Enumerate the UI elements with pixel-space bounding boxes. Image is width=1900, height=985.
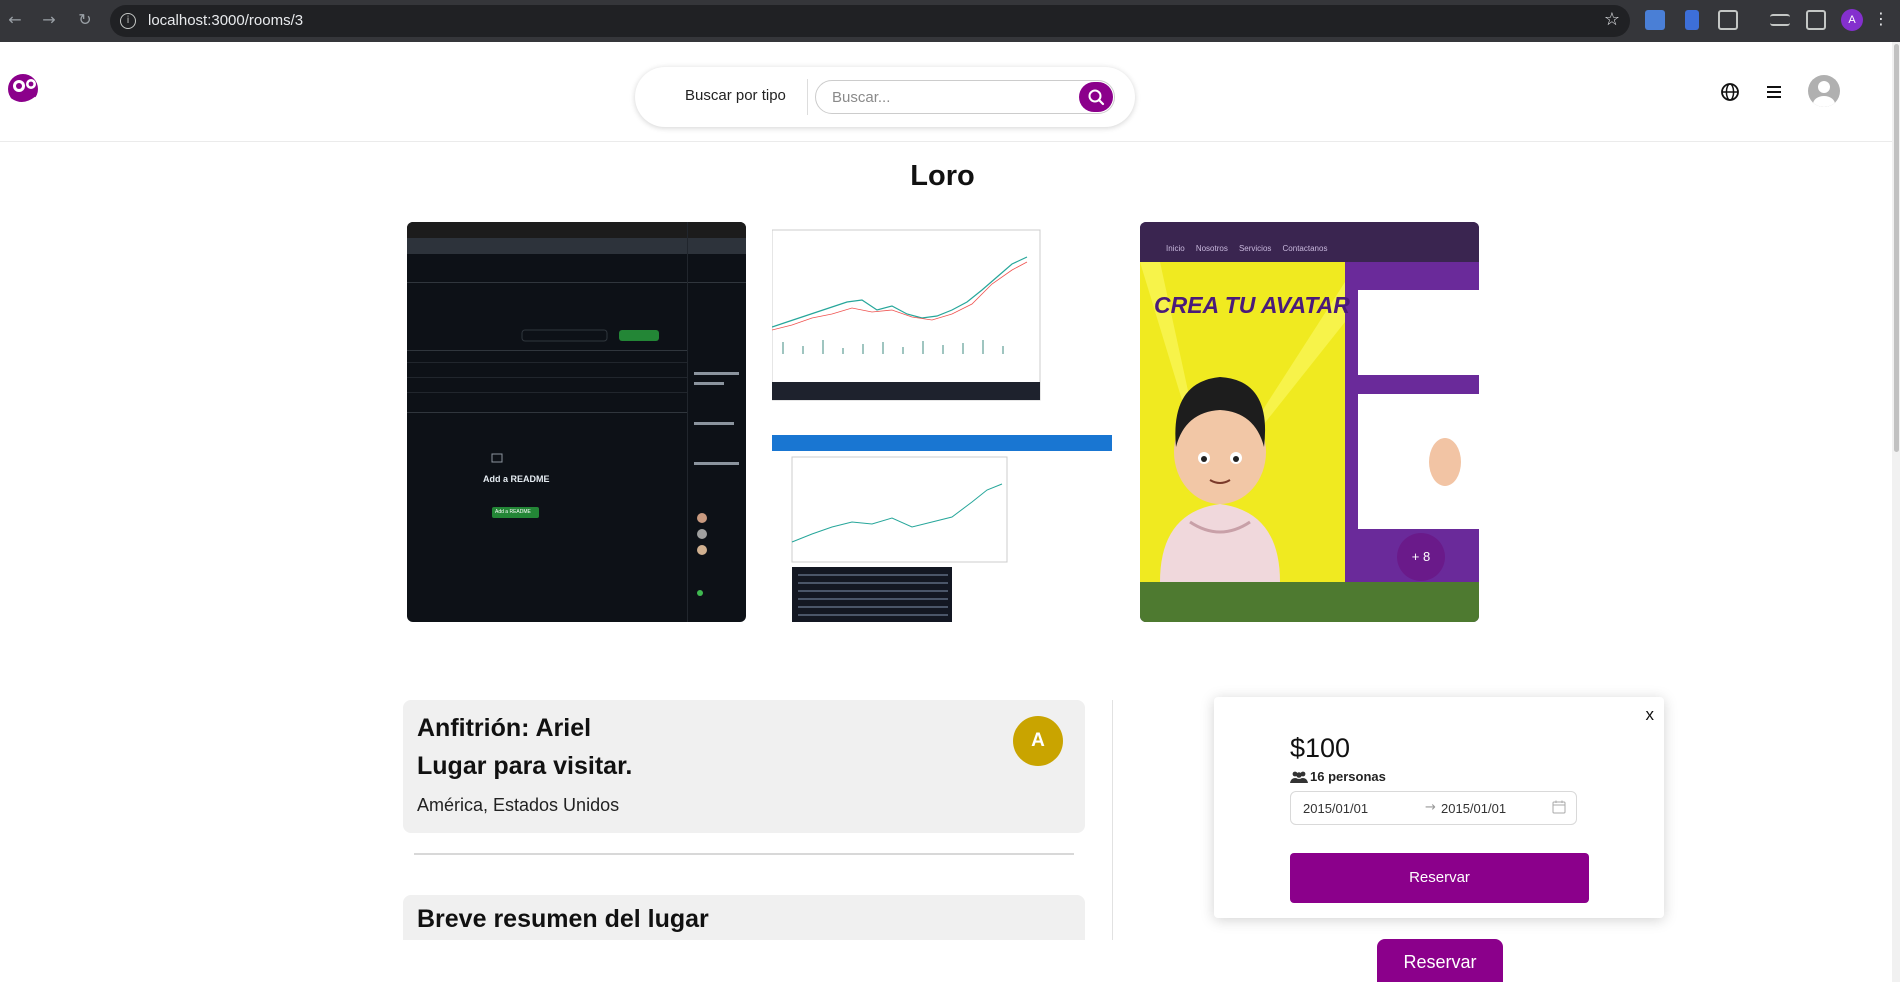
users-icon (1290, 771, 1308, 783)
search-type-button[interactable]: Buscar por tipo (685, 87, 786, 104)
price: $100 (1290, 733, 1351, 763)
kebab-menu-icon[interactable]: ⋮ (1873, 9, 1889, 28)
booking-widget: x $100 16 personas 2015/01/01 → 2015/01/… (1214, 697, 1664, 918)
avatar-nav-nosotros: Nosotros (1195, 244, 1228, 253)
search-button[interactable] (1079, 82, 1113, 112)
guest-count-text: 16 personas (1310, 769, 1386, 784)
translate-extension-icon[interactable] (1645, 10, 1665, 30)
reserve-floating-button[interactable]: Reservar (1377, 939, 1503, 982)
user-avatar[interactable] (1808, 75, 1840, 107)
section-divider (414, 853, 1074, 855)
avatar-nav-contactanos: Contactanos (1282, 244, 1328, 253)
end-date[interactable]: 2015/01/01 (1441, 801, 1506, 816)
summary-card: Breve resumen del lugar (403, 895, 1085, 940)
logo-icon[interactable] (6, 72, 44, 110)
date-range-picker[interactable]: 2015/01/01 → 2015/01/01 (1290, 791, 1577, 825)
puzzle-icon[interactable] (1718, 10, 1738, 30)
back-icon[interactable]: ← (4, 9, 26, 31)
more-photos-button[interactable]: + 8 (1397, 533, 1445, 581)
guest-count: 16 personas (1290, 769, 1386, 784)
gallery-photo-2[interactable] (772, 222, 1112, 622)
scrollbar-thumb[interactable] (1894, 44, 1899, 452)
search-input[interactable] (815, 80, 1115, 114)
bookmark-star-icon[interactable]: ☆ (1604, 9, 1620, 30)
calendar-icon[interactable] (1552, 800, 1566, 814)
forward-icon[interactable]: → (38, 9, 60, 31)
close-button[interactable]: x (1646, 705, 1655, 725)
search-bar: Buscar por tipo (635, 67, 1135, 127)
hamburger-menu-icon[interactable] (1762, 80, 1786, 104)
side-panel-icon[interactable] (1806, 10, 1826, 30)
url-text: localhost:3000/rooms/3 (148, 12, 304, 29)
search-divider (807, 79, 808, 115)
readme-button: Add a README (495, 509, 531, 515)
search-icon (1088, 89, 1105, 106)
host-card: Anfitrión: Ariel Lugar para visitar. Amé… (403, 700, 1085, 833)
summary-title: Breve resumen del lugar (417, 905, 709, 933)
browser-profile-avatar[interactable]: A (1841, 9, 1863, 31)
avatar-nav-servicios: Servicios (1238, 244, 1272, 253)
host-location: América, Estados Unidos (417, 795, 620, 815)
avatar-banner-title: CREA TU AVATAR (1154, 292, 1350, 318)
host-name: Anfitrión: Ariel (417, 714, 592, 742)
globe-icon[interactable] (1718, 80, 1742, 104)
site-info-icon[interactable]: i (120, 13, 136, 29)
gallery-photo-1[interactable]: Add a README Add a README (407, 222, 746, 622)
app-header: Buscar por tipo (0, 42, 1900, 142)
start-date[interactable]: 2015/01/01 (1303, 801, 1368, 816)
arrow-right-icon: → (1425, 800, 1436, 815)
host-avatar[interactable]: A (1013, 716, 1063, 766)
avatar-nav-inicio: Inicio (1166, 244, 1185, 253)
media-control-icon[interactable] (1770, 14, 1790, 26)
column-divider (1112, 700, 1113, 940)
avatar-nav-links: Inicio Nosotros Servicios Contactanos (1166, 244, 1327, 253)
reload-icon[interactable]: ↻ (74, 9, 96, 31)
place-description: Lugar para visitar. (417, 752, 633, 780)
docs-extension-icon[interactable] (1685, 10, 1699, 30)
readme-title: Add a README (483, 474, 550, 484)
address-bar[interactable]: i localhost:3000/rooms/3 ☆ (110, 5, 1630, 37)
room-title: Loro (910, 160, 975, 192)
browser-toolbar: ← → ↻ i localhost:3000/rooms/3 ☆ A ⋮ (0, 0, 1900, 42)
user-icon (1813, 81, 1835, 107)
reserve-button[interactable]: Reservar (1290, 853, 1589, 903)
